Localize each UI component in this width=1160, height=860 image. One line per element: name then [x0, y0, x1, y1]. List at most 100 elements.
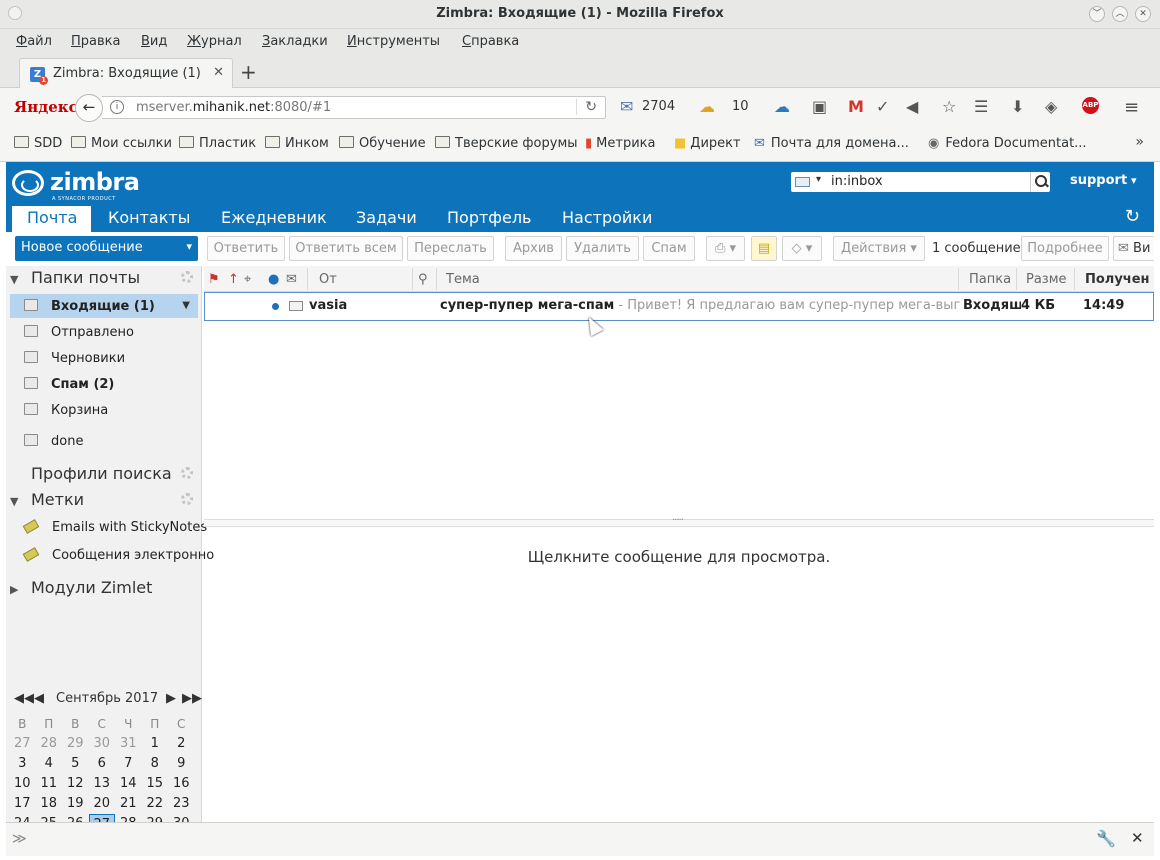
calendar-day[interactable]: 22	[142, 794, 169, 814]
view-button[interactable]: ✉ Ви	[1113, 236, 1154, 261]
reply-all-button[interactable]: Ответить всем	[289, 236, 403, 261]
calendar-day[interactable]: 23	[168, 794, 195, 814]
download-icon[interactable]: ⬇	[1011, 97, 1024, 116]
speaker-icon[interactable]: ◀	[906, 97, 918, 116]
new-message-button[interactable]: Новое сообщение	[15, 236, 198, 261]
tab-briefcase[interactable]: Портфель	[447, 208, 531, 227]
bookmark-link[interactable]: ■ Директ	[674, 136, 741, 151]
search-type-chevron-down-icon[interactable]: ▾	[816, 174, 821, 185]
table-row[interactable]: vasia супер-пупер мега-спам - Привет! Я …	[204, 292, 1154, 321]
column-size[interactable]: Разме	[1026, 272, 1067, 287]
search-input[interactable]: in:inbox	[831, 174, 883, 189]
reply-button[interactable]: Ответить	[207, 236, 285, 261]
bookmark-folder[interactable]: Пластик	[179, 136, 256, 151]
column-folder[interactable]: Папка	[969, 272, 1011, 287]
reading-list-icon[interactable]: ☰	[974, 97, 988, 116]
bookmark-link[interactable]: ▮ Метрика	[585, 136, 655, 151]
folder-drafts[interactable]: Черновики	[24, 351, 125, 366]
search-profiles-header[interactable]: Профили поиска	[31, 464, 172, 483]
calendar-day[interactable]: 9	[168, 754, 195, 774]
calendar-day[interactable]: 4	[36, 754, 63, 774]
mail-folders-header[interactable]: ▼ Папки почты	[10, 268, 140, 287]
tag-item[interactable]: Emails with StickyNotes	[22, 519, 207, 535]
calendar-day[interactable]: 20	[89, 794, 116, 814]
calendar-day[interactable]: 13	[89, 774, 116, 794]
site-info-icon[interactable]: i	[110, 100, 124, 114]
next-month-icon[interactable]: ▶	[166, 691, 176, 706]
calendar-day[interactable]: 12	[62, 774, 89, 794]
bookmark-folder[interactable]: Тверские форумы	[435, 136, 578, 151]
close-icon[interactable]: ✕	[1131, 829, 1144, 847]
unread-dot-icon[interactable]	[272, 303, 279, 310]
folder-trash[interactable]: Корзина	[24, 403, 108, 418]
bookmark-link[interactable]: ◉ Fedora Documentat...	[928, 136, 1087, 151]
weather-icon[interactable]: ☁	[699, 97, 715, 116]
url-bar[interactable]: i mserver.mihanik.net:8080/#1 ↻	[102, 96, 606, 119]
pocket-icon[interactable]: ◈	[1045, 97, 1057, 116]
calendar-day[interactable]: 28	[36, 734, 63, 754]
forward-button[interactable]: Переслать	[407, 236, 494, 261]
refresh-icon[interactable]: ↻	[1125, 206, 1140, 227]
delete-button[interactable]: Удалить	[566, 236, 639, 261]
expand-chevron-icon[interactable]: ≫	[12, 831, 27, 847]
menu-tools[interactable]: Инструменты	[347, 34, 440, 49]
cloud-disk-icon[interactable]: ☁	[774, 97, 790, 116]
folder-sent[interactable]: Отправлено	[24, 325, 134, 340]
calendar-day[interactable]: 7	[115, 754, 142, 774]
tag-item[interactable]: Сообщения электронно	[22, 547, 214, 563]
menu-bookmarks[interactable]: Закладки	[262, 34, 328, 49]
tab-calendar[interactable]: Ежедневник	[221, 208, 327, 227]
tab-preferences[interactable]: Настройки	[562, 208, 652, 227]
menu-help[interactable]: Справка	[462, 34, 519, 49]
calendar-day[interactable]: 8	[142, 754, 169, 774]
tag-dropdown-button[interactable]: ◇ ▾	[782, 236, 822, 261]
column-received[interactable]: Получен	[1085, 272, 1150, 287]
archive-button[interactable]: Архив	[505, 236, 562, 261]
search-icon[interactable]	[1030, 172, 1050, 192]
bookmark-folder[interactable]: Обучение	[339, 136, 426, 151]
folder-done[interactable]: done	[24, 434, 83, 449]
bookmark-folder[interactable]: Мои ссылки	[71, 136, 172, 151]
calendar-day[interactable]: 19	[62, 794, 89, 814]
search-type-envelope-icon[interactable]	[795, 177, 810, 187]
calendar-month[interactable]: Сентябрь 2017	[56, 691, 158, 706]
screenshot-icon[interactable]: ▣	[812, 97, 827, 116]
url-text[interactable]: mserver.mihanik.net:8080/#1	[136, 100, 331, 115]
actions-button[interactable]: Действия ▾	[833, 236, 925, 261]
expand-icon[interactable]: ▶	[10, 583, 22, 596]
calendar-day[interactable]: 5	[62, 754, 89, 774]
search-gear-icon[interactable]	[181, 467, 193, 479]
gmail-icon[interactable]: M	[848, 97, 864, 116]
calendar-day[interactable]: 31	[115, 734, 142, 754]
calendar-day[interactable]: 3	[9, 754, 36, 774]
minimize-button[interactable]: ﹀	[1089, 6, 1105, 22]
calendar-day[interactable]: 16	[168, 774, 195, 794]
new-tab-button[interactable]: +	[240, 60, 257, 84]
calendar-day[interactable]: 1	[142, 734, 169, 754]
browser-tab[interactable]: Z1 Zimbra: Входящие (1) ✕	[19, 58, 233, 89]
star-icon[interactable]: ☆	[942, 97, 956, 116]
pane-splitter[interactable]	[204, 512, 1154, 527]
calendar-day[interactable]: 21	[115, 794, 142, 814]
menu-history[interactable]: Журнал	[187, 34, 242, 49]
prev-month-icon[interactable]: ◀	[34, 691, 44, 706]
hamburger-menu-icon[interactable]: ≡	[1124, 97, 1139, 118]
yandex-mail-icon[interactable]: ✉	[620, 97, 633, 116]
calendar-day[interactable]: 14	[115, 774, 142, 794]
attachment-column-icon[interactable]: ⚲	[418, 272, 428, 287]
zimlets-header[interactable]: ▶ Модули Zimlet	[10, 578, 152, 597]
more-button[interactable]: Подробнее	[1021, 236, 1109, 261]
prev-year-icon[interactable]: ◀◀	[14, 691, 34, 706]
adblock-icon[interactable]: ABP	[1082, 97, 1099, 114]
status-column-icon[interactable]: ✉	[286, 272, 297, 287]
collapse-icon[interactable]: ▼	[10, 495, 22, 508]
folders-gear-icon[interactable]	[181, 271, 193, 283]
calendar-day[interactable]: 29	[62, 734, 89, 754]
tab-tasks[interactable]: Задачи	[356, 208, 417, 227]
bookmark-link[interactable]: ✉ Почта для домена...	[754, 136, 909, 151]
menu-edit[interactable]: Правка	[71, 34, 120, 49]
search-field[interactable]: ▾ in:inbox	[791, 172, 1050, 192]
spam-button[interactable]: Спам	[643, 236, 695, 261]
calendar-day[interactable]: 15	[142, 774, 169, 794]
print-dropdown-button[interactable]: ⎙ ▾	[706, 236, 745, 261]
